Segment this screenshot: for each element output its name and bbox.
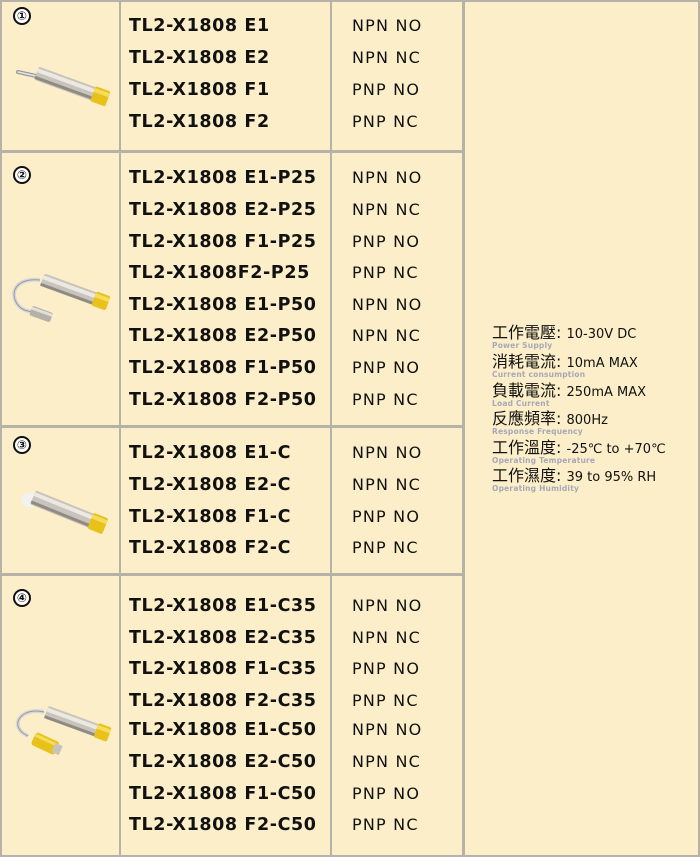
output-type: PNP NC xyxy=(352,538,419,557)
output-type: NPN NO xyxy=(352,295,423,314)
output-type: NPN NO xyxy=(352,168,423,187)
output-type: NPN NO xyxy=(352,443,423,462)
output-type: NPN NC xyxy=(352,326,422,345)
spec-current-consumption: 消耗電流: 10mA MAX Current consumption xyxy=(492,352,638,379)
group-number-badge: ③ xyxy=(13,436,31,454)
grid-line xyxy=(119,0,121,857)
grid-line xyxy=(330,0,332,857)
output-type: NPN NO xyxy=(352,596,423,615)
spec-value: 10mA MAX xyxy=(566,356,638,371)
model-number: TL2-X1808 F1-P25 xyxy=(129,232,317,252)
prox-sensor-connector-icon xyxy=(12,274,111,322)
grid-line xyxy=(0,425,465,428)
model-number: TL2-X1808 F2-C35 xyxy=(129,691,317,711)
spec-operating-temperature: 工作溫度: -25℃ to +70℃ Operating Temperature xyxy=(492,438,666,465)
model-number: TL2-X1808 F1-C xyxy=(129,507,292,527)
spec-value: 250mA MAX xyxy=(566,385,647,400)
model-number: TL2-X1808 E2-C50 xyxy=(129,752,317,772)
output-type: NPN NC xyxy=(352,752,422,771)
output-type: PNP NO xyxy=(352,80,421,99)
grid-line xyxy=(462,0,465,857)
grid-line xyxy=(0,0,2,857)
type-cell-2 xyxy=(332,153,462,425)
spec-value: -25℃ to +70℃ xyxy=(566,442,666,457)
output-type: PNP NC xyxy=(352,815,419,834)
model-number: TL2-X1808 E1-C xyxy=(129,443,292,463)
grid-line xyxy=(0,855,700,857)
spec-sheet: ① ② ③ ④ TL2-X1808 E1 NPN NO TL2-X1808 E2… xyxy=(0,0,700,865)
spec-label: 工作電壓 xyxy=(492,323,557,342)
model-number: TL2-X1808 F1-P50 xyxy=(129,358,317,378)
prox-sensor-icon xyxy=(16,67,111,107)
output-type: PNP NC xyxy=(352,112,419,131)
model-number: TL2-X1808 E1 xyxy=(129,16,270,36)
group-number-badge: ① xyxy=(13,7,31,25)
model-number: TL2-X1808 E1-P50 xyxy=(129,295,317,315)
spec-response-frequency: 反應頻率: 800Hz Response Frequency xyxy=(492,409,608,436)
group-number-badge: ④ xyxy=(13,589,31,607)
spec-value: 10-30V DC xyxy=(566,327,637,342)
model-number: TL2-X1808 E2 xyxy=(129,48,270,68)
output-type: PNP NO xyxy=(352,507,421,526)
output-type: PNP NC xyxy=(352,691,419,710)
spec-label: 工作濕度 xyxy=(492,466,557,485)
model-number: TL2-X1808F2-P25 xyxy=(129,263,310,283)
model-number: TL2-X1808 E1-P25 xyxy=(129,168,317,188)
type-cell-4 xyxy=(332,576,462,855)
output-type: PNP NO xyxy=(352,232,421,251)
spec-label: 消耗電流 xyxy=(492,352,557,371)
model-number: TL2-X1808 F2-C50 xyxy=(129,815,317,835)
spec-operating-humidity: 工作濕度: 39 to 95% RH Operating Humidity xyxy=(492,466,657,493)
model-number: TL2-X1808 E1-C50 xyxy=(129,720,317,740)
model-number: TL2-X1808 E2-C35 xyxy=(129,628,317,648)
prox-sensor-plug-icon xyxy=(15,706,112,755)
spec-load-current: 負載電流: 250mA MAX Load Current xyxy=(492,381,647,408)
spec-label: 工作溫度 xyxy=(492,438,557,457)
output-type: PNP NO xyxy=(352,784,421,803)
output-type: PNP NO xyxy=(352,358,421,377)
grid-line xyxy=(0,573,465,576)
model-number: TL2-X1808 F2-C xyxy=(129,538,292,558)
model-number: TL2-X1808 F2-P50 xyxy=(129,390,317,410)
spec-power-supply: 工作電壓: 10-30V DC Power Supply xyxy=(492,323,637,350)
spec-value: 800Hz xyxy=(566,413,608,428)
prox-sensor-cable-icon xyxy=(21,490,108,534)
output-type: NPN NC xyxy=(352,48,422,67)
model-cell-4 xyxy=(121,576,330,855)
spec-label: 反應頻率 xyxy=(492,409,557,428)
model-number: TL2-X1808 E2-P25 xyxy=(129,200,317,220)
model-number: TL2-X1808 E2-C xyxy=(129,475,292,495)
grid-line xyxy=(0,150,465,153)
output-type: NPN NC xyxy=(352,200,422,219)
grid-line xyxy=(0,0,700,2)
group-number-badge: ② xyxy=(13,166,31,184)
spec-value: 39 to 95% RH xyxy=(566,470,657,485)
output-type: NPN NO xyxy=(352,16,423,35)
output-type: PNP NC xyxy=(352,390,419,409)
model-number: TL2-X1808 F1-C35 xyxy=(129,659,317,679)
model-number: TL2-X1808 E1-C35 xyxy=(129,596,317,616)
output-type: NPN NO xyxy=(352,720,423,739)
output-type: NPN NC xyxy=(352,475,422,494)
model-number: TL2-X1808 F1 xyxy=(129,80,270,100)
model-number: TL2-X1808 F2 xyxy=(129,112,270,132)
output-type: PNP NO xyxy=(352,659,421,678)
spec-label: 負載電流 xyxy=(492,381,557,400)
model-number: TL2-X1808 F1-C50 xyxy=(129,784,317,804)
model-cell-2 xyxy=(121,153,330,425)
output-type: PNP NC xyxy=(352,263,419,282)
model-number: TL2-X1808 E2-P50 xyxy=(129,326,317,346)
output-type: NPN NC xyxy=(352,628,422,647)
